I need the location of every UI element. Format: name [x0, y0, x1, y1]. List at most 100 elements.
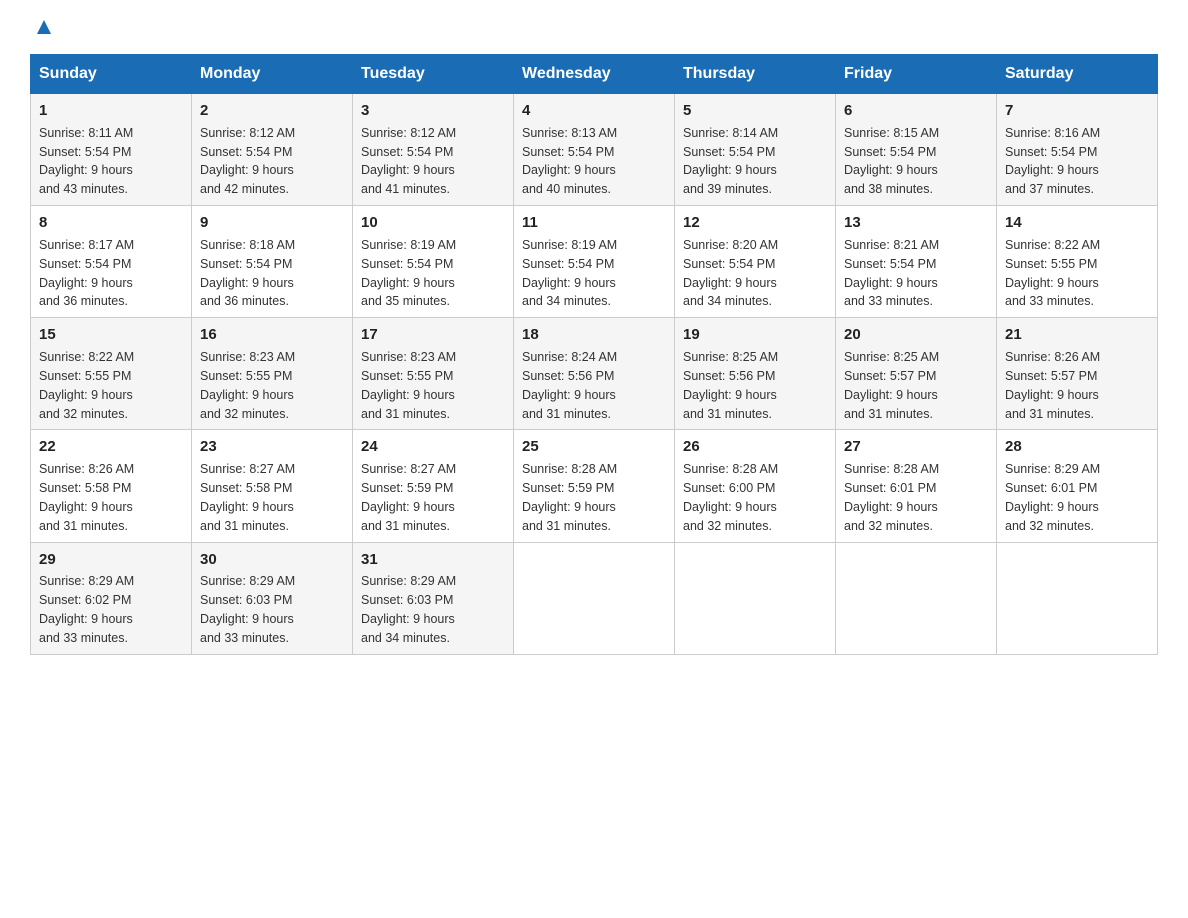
day-daylight: Daylight: 9 hours [683, 276, 777, 290]
logo [30, 20, 55, 38]
day-daylight-minutes: and 42 minutes. [200, 182, 289, 196]
day-sunset: Sunset: 5:54 PM [200, 257, 292, 271]
day-number: 16 [200, 324, 344, 346]
day-sunrise: Sunrise: 8:14 AM [683, 126, 778, 140]
day-daylight-minutes: and 36 minutes. [39, 294, 128, 308]
day-daylight-minutes: and 31 minutes. [844, 407, 933, 421]
day-daylight: Daylight: 9 hours [683, 388, 777, 402]
day-daylight-minutes: and 34 minutes. [683, 294, 772, 308]
day-daylight: Daylight: 9 hours [39, 163, 133, 177]
day-daylight-minutes: and 40 minutes. [522, 182, 611, 196]
day-daylight-minutes: and 36 minutes. [200, 294, 289, 308]
day-sunrise: Sunrise: 8:11 AM [39, 126, 133, 140]
day-daylight: Daylight: 9 hours [1005, 388, 1099, 402]
calendar-cell: 24 Sunrise: 8:27 AM Sunset: 5:59 PM Dayl… [353, 430, 514, 542]
calendar-cell: 4 Sunrise: 8:13 AM Sunset: 5:54 PM Dayli… [514, 94, 675, 206]
header-monday: Monday [192, 55, 353, 94]
day-daylight: Daylight: 9 hours [522, 276, 616, 290]
day-daylight-minutes: and 41 minutes. [361, 182, 450, 196]
header-tuesday: Tuesday [353, 55, 514, 94]
day-sunrise: Sunrise: 8:25 AM [844, 350, 939, 364]
day-sunset: Sunset: 5:58 PM [200, 481, 292, 495]
day-sunset: Sunset: 6:01 PM [844, 481, 936, 495]
day-daylight-minutes: and 35 minutes. [361, 294, 450, 308]
day-daylight: Daylight: 9 hours [844, 163, 938, 177]
calendar-week-row: 22 Sunrise: 8:26 AM Sunset: 5:58 PM Dayl… [31, 430, 1158, 542]
calendar-week-row: 15 Sunrise: 8:22 AM Sunset: 5:55 PM Dayl… [31, 318, 1158, 430]
calendar-cell: 12 Sunrise: 8:20 AM Sunset: 5:54 PM Dayl… [675, 206, 836, 318]
day-sunrise: Sunrise: 8:12 AM [361, 126, 456, 140]
day-daylight-minutes: and 31 minutes. [39, 519, 128, 533]
calendar-header-row: SundayMondayTuesdayWednesdayThursdayFrid… [31, 55, 1158, 94]
day-sunset: Sunset: 5:56 PM [522, 369, 614, 383]
calendar-cell: 1 Sunrise: 8:11 AM Sunset: 5:54 PM Dayli… [31, 94, 192, 206]
day-sunset: Sunset: 6:03 PM [361, 593, 453, 607]
calendar-cell: 27 Sunrise: 8:28 AM Sunset: 6:01 PM Dayl… [836, 430, 997, 542]
calendar-cell [836, 542, 997, 654]
day-daylight: Daylight: 9 hours [1005, 500, 1099, 514]
day-daylight: Daylight: 9 hours [522, 500, 616, 514]
day-daylight-minutes: and 43 minutes. [39, 182, 128, 196]
day-number: 17 [361, 324, 505, 346]
day-number: 4 [522, 100, 666, 122]
day-daylight: Daylight: 9 hours [361, 388, 455, 402]
calendar-cell: 25 Sunrise: 8:28 AM Sunset: 5:59 PM Dayl… [514, 430, 675, 542]
day-sunrise: Sunrise: 8:25 AM [683, 350, 778, 364]
day-sunrise: Sunrise: 8:17 AM [39, 238, 134, 252]
day-sunrise: Sunrise: 8:23 AM [361, 350, 456, 364]
day-daylight-minutes: and 33 minutes. [200, 631, 289, 645]
calendar-cell: 20 Sunrise: 8:25 AM Sunset: 5:57 PM Dayl… [836, 318, 997, 430]
day-sunrise: Sunrise: 8:18 AM [200, 238, 295, 252]
day-daylight: Daylight: 9 hours [39, 276, 133, 290]
day-sunset: Sunset: 5:54 PM [361, 257, 453, 271]
day-sunrise: Sunrise: 8:28 AM [844, 462, 939, 476]
day-daylight: Daylight: 9 hours [522, 388, 616, 402]
day-daylight: Daylight: 9 hours [361, 612, 455, 626]
calendar-cell: 19 Sunrise: 8:25 AM Sunset: 5:56 PM Dayl… [675, 318, 836, 430]
day-sunset: Sunset: 5:57 PM [1005, 369, 1097, 383]
calendar-cell [997, 542, 1158, 654]
day-daylight: Daylight: 9 hours [1005, 276, 1099, 290]
day-sunrise: Sunrise: 8:29 AM [200, 574, 295, 588]
day-sunrise: Sunrise: 8:29 AM [1005, 462, 1100, 476]
day-sunrise: Sunrise: 8:28 AM [522, 462, 617, 476]
day-number: 3 [361, 100, 505, 122]
day-sunrise: Sunrise: 8:23 AM [200, 350, 295, 364]
day-sunrise: Sunrise: 8:22 AM [1005, 238, 1100, 252]
day-daylight-minutes: and 31 minutes. [361, 407, 450, 421]
day-sunrise: Sunrise: 8:13 AM [522, 126, 617, 140]
day-number: 8 [39, 212, 183, 234]
day-daylight-minutes: and 31 minutes. [522, 407, 611, 421]
header-friday: Friday [836, 55, 997, 94]
calendar-cell [514, 542, 675, 654]
day-sunrise: Sunrise: 8:24 AM [522, 350, 617, 364]
calendar-cell: 15 Sunrise: 8:22 AM Sunset: 5:55 PM Dayl… [31, 318, 192, 430]
day-number: 11 [522, 212, 666, 234]
day-daylight-minutes: and 31 minutes. [522, 519, 611, 533]
day-sunrise: Sunrise: 8:21 AM [844, 238, 939, 252]
day-sunset: Sunset: 5:54 PM [1005, 145, 1097, 159]
calendar-cell: 5 Sunrise: 8:14 AM Sunset: 5:54 PM Dayli… [675, 94, 836, 206]
day-number: 19 [683, 324, 827, 346]
day-sunrise: Sunrise: 8:28 AM [683, 462, 778, 476]
day-daylight: Daylight: 9 hours [844, 500, 938, 514]
day-sunset: Sunset: 5:55 PM [1005, 257, 1097, 271]
day-number: 29 [39, 549, 183, 571]
day-daylight-minutes: and 33 minutes. [844, 294, 933, 308]
day-number: 31 [361, 549, 505, 571]
day-daylight-minutes: and 33 minutes. [1005, 294, 1094, 308]
day-daylight-minutes: and 31 minutes. [200, 519, 289, 533]
day-daylight-minutes: and 31 minutes. [361, 519, 450, 533]
day-number: 13 [844, 212, 988, 234]
day-sunset: Sunset: 5:54 PM [361, 145, 453, 159]
day-sunrise: Sunrise: 8:12 AM [200, 126, 295, 140]
day-daylight-minutes: and 32 minutes. [1005, 519, 1094, 533]
day-sunset: Sunset: 5:54 PM [844, 145, 936, 159]
day-sunset: Sunset: 5:59 PM [522, 481, 614, 495]
day-sunset: Sunset: 5:54 PM [683, 145, 775, 159]
day-sunset: Sunset: 5:58 PM [39, 481, 131, 495]
day-sunset: Sunset: 6:01 PM [1005, 481, 1097, 495]
calendar-cell: 10 Sunrise: 8:19 AM Sunset: 5:54 PM Dayl… [353, 206, 514, 318]
calendar-cell: 21 Sunrise: 8:26 AM Sunset: 5:57 PM Dayl… [997, 318, 1158, 430]
day-daylight-minutes: and 32 minutes. [39, 407, 128, 421]
